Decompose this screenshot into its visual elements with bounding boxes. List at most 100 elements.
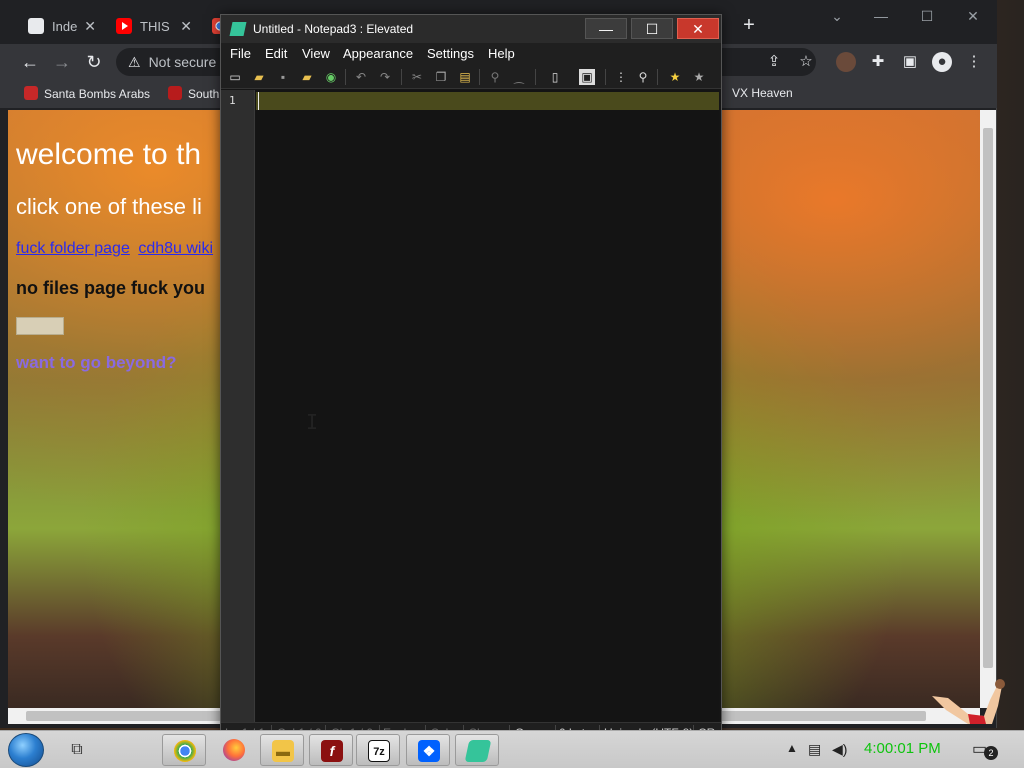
desktop-mascot-figure	[932, 679, 1005, 724]
undo-icon[interactable]: ↶	[353, 69, 369, 85]
copy-icon[interactable]: ❐	[433, 69, 449, 85]
close-button[interactable]: ✕	[677, 18, 719, 39]
tab-search-icon[interactable]: ⌄	[814, 4, 860, 28]
menu-file[interactable]: File	[230, 46, 251, 61]
back-arrow-icon[interactable]: ←	[18, 50, 42, 74]
close-icon[interactable]: ✕	[180, 18, 192, 35]
redo-icon[interactable]: ↷	[377, 69, 393, 85]
link-folder-page[interactable]: fuck folder page	[16, 240, 130, 257]
no-files-heading: no files page fuck you	[16, 278, 206, 298]
text-editor-area[interactable]	[256, 90, 719, 722]
dots-icon[interactable]: ⋮	[613, 69, 629, 85]
menu-settings[interactable]: Settings	[427, 46, 474, 61]
start-button[interactable]	[8, 733, 44, 767]
notepad-titlebar[interactable]: Untitled - Notepad3 : Elevated — ☐ ✕	[221, 15, 721, 43]
close-window-button[interactable]: ✕	[950, 4, 996, 28]
bookmark-favicon-icon	[168, 86, 182, 100]
bookmark-item[interactable]: VX Heaven	[732, 86, 793, 100]
zoom-icon[interactable]: ⚲	[635, 69, 651, 85]
security-status-text: Not secure	[148, 54, 217, 70]
profile-icon[interactable]: ●	[932, 52, 952, 72]
tray-chevron-up-icon[interactable]: ▲	[786, 741, 798, 755]
page-title: welcome to th	[16, 138, 202, 171]
vertical-scrollbar-thumb[interactable]	[983, 128, 993, 668]
file-explorer-icon: ▬	[272, 740, 294, 762]
taskbar-firefox-button[interactable]	[212, 734, 256, 766]
bookmark-label: South	[188, 87, 220, 101]
share-icon[interactable]: ⇪	[764, 52, 784, 72]
bookmark-label: VX Heaven	[732, 86, 793, 100]
bookmark-star-icon[interactable]: ☆	[796, 52, 816, 72]
taskbar-chrome-button[interactable]	[162, 734, 206, 766]
current-line-highlight	[256, 92, 719, 110]
notepad-menubar: File Edit View Appearance Settings Help	[221, 43, 721, 65]
notepad3-icon	[464, 740, 492, 762]
bookmark-item[interactable]: South	[168, 86, 219, 101]
save-icon[interactable]: ▪	[275, 69, 291, 85]
close-icon[interactable]: ✕	[84, 18, 96, 35]
favorite-star-icon[interactable]: ★	[667, 69, 683, 85]
kebab-menu-icon[interactable]: ⋮	[964, 52, 984, 72]
vertical-scrollbar[interactable]	[980, 110, 996, 708]
taskbar-notepad3-button[interactable]	[455, 734, 499, 766]
reload-icon[interactable]: ↻	[82, 50, 106, 74]
taskbar-flash-button[interactable]: f	[309, 734, 353, 766]
minimize-button[interactable]: —	[585, 18, 627, 39]
extension-avatar-icon[interactable]	[836, 52, 856, 72]
volume-icon[interactable]: ◀)	[832, 741, 847, 758]
forward-arrow-icon[interactable]: →	[50, 50, 74, 74]
line-number: 1	[229, 94, 236, 107]
page-text-input[interactable]	[16, 317, 64, 335]
network-icon[interactable]: ▤	[808, 741, 821, 758]
beyond-link[interactable]: want to go beyond?	[16, 353, 230, 373]
extensions-puzzle-icon[interactable]: ✚	[868, 52, 888, 72]
taskbar-7zip-button[interactable]: 7z	[356, 734, 400, 766]
text-caret	[258, 92, 259, 110]
folder-favicon-icon	[28, 18, 44, 34]
page-links: fuck folder page cdh8u wiki t	[16, 240, 230, 258]
firefox-icon	[223, 739, 245, 761]
flash-icon: f	[321, 740, 343, 762]
browser-tab-index[interactable]: Inde ✕	[20, 8, 104, 44]
page-content: welcome to th click one of these li fuck…	[16, 138, 230, 373]
tab-title: Inde	[52, 18, 78, 34]
browse-icon[interactable]: ▰	[299, 69, 315, 85]
link-wiki[interactable]: cdh8u wiki	[138, 240, 213, 257]
cut-icon[interactable]: ✂	[409, 69, 425, 85]
paste-icon[interactable]: ▤	[457, 69, 473, 85]
youtube-favicon-icon	[116, 18, 132, 34]
task-view-icon[interactable]: ⧉	[66, 739, 88, 761]
notepad-toolbar: ▭ ▰ ▪ ▰ ◉ ↶ ↷ ✂ ❐ ▤ ⚲ ⁔ ▯ ▣ ⋮ ⚲ ★ ★	[221, 65, 721, 89]
open-folder-icon[interactable]: ▰	[251, 69, 267, 85]
menu-edit[interactable]: Edit	[265, 46, 287, 61]
side-panel-icon[interactable]: ▣	[900, 52, 920, 72]
chrome-icon	[174, 740, 196, 762]
new-tab-button[interactable]: +	[738, 14, 760, 36]
page-subtitle: click one of these li	[16, 194, 202, 219]
toolbar-separator	[345, 69, 346, 85]
word-wrap-icon[interactable]: ▯	[547, 69, 563, 85]
menu-help[interactable]: Help	[488, 46, 515, 61]
taskbar-explorer-button[interactable]: ▬	[260, 734, 304, 766]
dropbox-icon: ❖	[418, 740, 440, 762]
notepad3-app-icon	[229, 22, 247, 36]
menu-view[interactable]: View	[302, 46, 330, 61]
menu-appearance[interactable]: Appearance	[343, 46, 413, 61]
replace-icon[interactable]: ⁔	[511, 69, 527, 85]
add-favorite-star-icon[interactable]: ★	[691, 69, 707, 85]
taskbar-clock[interactable]: 4:00:01 PM	[864, 740, 941, 757]
new-file-icon[interactable]: ▭	[227, 69, 243, 85]
toolbar-separator	[657, 69, 658, 85]
warning-icon[interactable]: ⚠	[128, 54, 141, 70]
taskbar-dropbox-button[interactable]: ❖	[406, 734, 450, 766]
minimize-button[interactable]: —	[858, 4, 904, 28]
maximize-button[interactable]: ☐	[904, 4, 950, 28]
view-toggle-icon[interactable]: ▣	[579, 69, 595, 85]
7zip-icon: 7z	[368, 740, 390, 762]
browser-tab-youtube[interactable]: THIS ✕	[108, 8, 200, 44]
maximize-button[interactable]: ☐	[631, 18, 673, 39]
notepad3-window: Untitled - Notepad3 : Elevated — ☐ ✕ Fil…	[220, 14, 722, 744]
find-icon[interactable]: ⚲	[487, 69, 503, 85]
bookmark-item[interactable]: Santa Bombs Arabs	[24, 86, 150, 101]
reload-file-icon[interactable]: ◉	[323, 69, 339, 85]
